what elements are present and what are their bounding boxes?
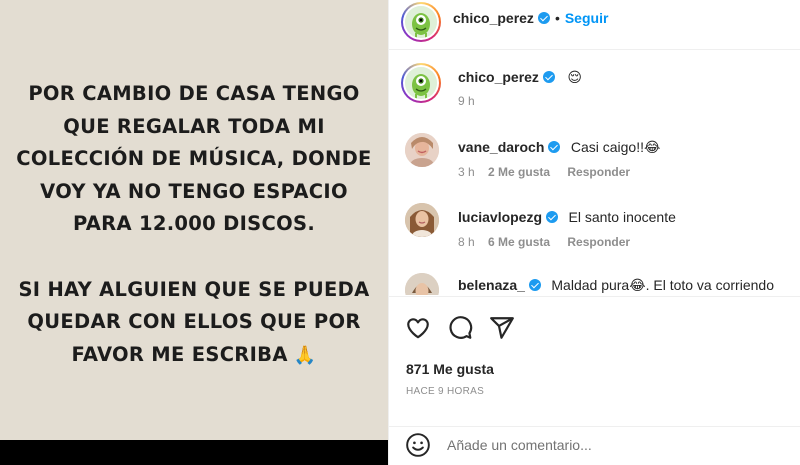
profile-photo-icon bbox=[405, 273, 439, 295]
post-panel: chico_perez • Seguir chico_perez 😌 9 h v… bbox=[388, 0, 800, 465]
comment-item: vane_daroch Casi caigo!!😂 3 h 2 Me gusta… bbox=[389, 131, 800, 191]
heart-icon bbox=[407, 318, 429, 339]
mike-wazowski-icon bbox=[405, 6, 437, 38]
share-icon bbox=[490, 317, 514, 339]
verified-icon bbox=[548, 141, 561, 153]
comment-item: belenaza_ Maldad pura😂. El toto va corri… bbox=[389, 271, 800, 295]
comment-item: luciavlopezg El santo inocente 8 h 6 Me … bbox=[389, 201, 800, 261]
comments-section: chico_perez 😌 9 h vane_daroch Casi caigo… bbox=[389, 51, 800, 295]
image-text-line: COLECCIÓN DE MÚSICA, DONDE bbox=[16, 147, 372, 170]
comment-time: 3 h bbox=[458, 165, 475, 179]
post-timestamp: HACE 9 HORAS bbox=[406, 386, 485, 397]
verified-icon bbox=[546, 211, 559, 223]
emoji-icon bbox=[406, 433, 430, 457]
caption-username[interactable]: chico_perez bbox=[458, 69, 539, 85]
post-image-text: POR CAMBIO DE CASA TENGO QUE REGALAR TOD… bbox=[0, 0, 388, 372]
post-media: POR CAMBIO DE CASA TENGO QUE REGALAR TOD… bbox=[0, 0, 388, 465]
share-button[interactable] bbox=[489, 315, 515, 341]
post-header: chico_perez • Seguir bbox=[389, 0, 800, 50]
caption: chico_perez 😌 9 h bbox=[389, 63, 800, 123]
emoji-button[interactable] bbox=[405, 432, 431, 458]
author-avatar[interactable] bbox=[401, 2, 441, 42]
header-meta: chico_perez • Seguir bbox=[453, 10, 608, 27]
image-text-line: SI HAY ALGUIEN QUE SE PUEDA bbox=[18, 277, 370, 301]
comment-body: belenaza_ Maldad pura😂. El toto va corri… bbox=[458, 277, 774, 294]
image-text-line: QUE REGALAR TODA MI bbox=[63, 114, 325, 138]
comment-text: El santo inocente bbox=[568, 209, 676, 225]
comment-body: luciavlopezg El santo inocente bbox=[458, 209, 676, 226]
mike-wazowski-icon bbox=[405, 67, 437, 99]
comment-username[interactable]: belenaza_ bbox=[458, 277, 525, 293]
image-text-line: QUEDAR CON ELLOS QUE POR bbox=[27, 310, 361, 333]
image-text-line: PARA 12.000 DISCOS. bbox=[72, 212, 316, 235]
post-actions: 871 Me gusta HACE 9 HORAS bbox=[389, 296, 800, 426]
commenter-avatar[interactable] bbox=[405, 133, 439, 167]
verified-icon bbox=[542, 71, 555, 83]
like-button[interactable] bbox=[405, 315, 431, 341]
add-comment-bar bbox=[389, 426, 800, 465]
comment-likes[interactable]: 6 Me gusta bbox=[488, 235, 550, 249]
commenter-avatar[interactable] bbox=[405, 273, 439, 295]
verified-icon bbox=[528, 279, 541, 291]
pray-emoji: 🙏 bbox=[293, 344, 317, 366]
image-text-line: VOY YA NO TENGO ESPACIO bbox=[40, 179, 348, 203]
caption-time: 9 h bbox=[458, 94, 475, 108]
comment-input[interactable] bbox=[447, 434, 777, 456]
comment-body: vane_daroch Casi caigo!!😂 bbox=[458, 139, 660, 156]
author-username[interactable]: chico_perez bbox=[453, 10, 534, 26]
reply-button[interactable]: Responder bbox=[567, 235, 630, 249]
commenter-avatar[interactable] bbox=[405, 203, 439, 237]
comment-username[interactable]: luciavlopezg bbox=[458, 209, 542, 225]
comment-meta: 3 h 2 Me gusta Responder bbox=[458, 165, 630, 179]
comments-scrollbar[interactable] bbox=[794, 51, 800, 295]
comment-likes[interactable]: 2 Me gusta bbox=[488, 165, 550, 179]
caption-avatar[interactable] bbox=[401, 63, 441, 103]
reply-button[interactable]: Responder bbox=[567, 165, 630, 179]
comment-text: Casi caigo!!😂 bbox=[570, 139, 661, 155]
follow-button[interactable]: Seguir bbox=[565, 10, 609, 26]
image-text-line: FAVOR ME ESCRIBA bbox=[71, 342, 288, 366]
profile-photo-icon bbox=[405, 133, 439, 167]
image-text-line: POR CAMBIO DE CASA TENGO bbox=[28, 82, 360, 105]
post-image: POR CAMBIO DE CASA TENGO QUE REGALAR TOD… bbox=[0, 0, 388, 440]
comment-text: Maldad pura😂. El toto va corriendo bbox=[551, 277, 774, 293]
profile-photo-icon bbox=[405, 203, 439, 237]
verified-icon bbox=[537, 12, 550, 24]
image-text-line-last: FAVOR ME ESCRIBA 🙏 bbox=[0, 339, 388, 373]
comment-button[interactable] bbox=[447, 315, 473, 341]
caption-text: 😌 bbox=[567, 69, 582, 85]
comment-meta: 8 h 6 Me gusta Responder bbox=[458, 235, 630, 249]
separator-dot: • bbox=[554, 10, 560, 26]
comment-icon bbox=[449, 316, 473, 339]
likes-count[interactable]: 871 Me gusta bbox=[406, 361, 494, 377]
comment-username[interactable]: vane_daroch bbox=[458, 139, 544, 155]
caption-body: chico_perez 😌 bbox=[458, 69, 582, 86]
comment-time: 8 h bbox=[458, 235, 475, 249]
